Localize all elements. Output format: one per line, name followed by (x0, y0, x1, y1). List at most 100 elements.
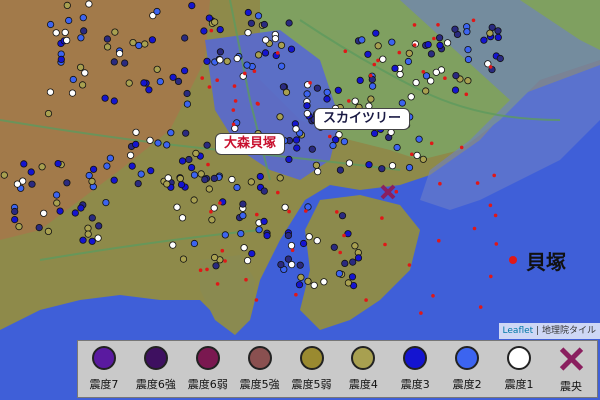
station-marker (422, 87, 430, 95)
shellmound-marker (494, 242, 499, 246)
shellmound-marker (206, 162, 210, 167)
station-marker (173, 203, 181, 211)
station-marker (57, 55, 65, 64)
legend-item: 震度7 (79, 346, 129, 392)
shellmound-marker (488, 65, 493, 69)
station-marker (263, 232, 271, 240)
shellmound-marker (220, 248, 225, 253)
station-marker (77, 34, 85, 42)
station-marker (104, 43, 112, 51)
station-marker (255, 51, 263, 59)
station-marker (303, 102, 311, 110)
station-marker (52, 191, 61, 199)
station-marker (77, 63, 85, 71)
station-marker (129, 38, 137, 47)
shellmound-marker (471, 18, 476, 23)
station-marker (404, 57, 412, 66)
legend-item: 震度4 (338, 346, 388, 392)
station-marker (255, 226, 263, 234)
station-marker (116, 49, 124, 58)
station-marker (13, 180, 21, 188)
station-marker (432, 68, 440, 76)
station-marker (244, 8, 252, 17)
station-marker (308, 145, 316, 153)
station-marker (436, 41, 444, 50)
leaflet-link[interactable]: Leaflet (503, 326, 534, 336)
station-marker (239, 200, 247, 208)
station-marker (336, 166, 344, 174)
gsi-tile-link[interactable]: 地理院タイル (542, 326, 596, 336)
station-marker (20, 160, 28, 168)
station-marker (63, 36, 71, 45)
station-marker (284, 231, 292, 240)
station-marker (153, 7, 161, 16)
shellmound-marker (209, 28, 214, 33)
shellmound-marker (368, 73, 373, 78)
station-marker (405, 49, 413, 57)
station-marker (169, 73, 177, 81)
station-marker (296, 261, 304, 269)
station-marker (146, 136, 154, 144)
station-marker (183, 89, 191, 98)
shellmound-marker (223, 259, 227, 263)
shellmound-marker (472, 226, 477, 231)
station-marker (221, 231, 229, 239)
station-marker (496, 54, 504, 63)
station-marker (110, 58, 118, 66)
station-marker (103, 162, 111, 170)
legend-item: 震度2 (442, 346, 492, 392)
station-marker (167, 129, 175, 137)
station-marker (320, 278, 328, 286)
station-marker (365, 161, 373, 169)
map-view[interactable]: スカイツリー 大森貝塚 貝塚 Leaflet | 地理院タイル 震度7 震度6強震… (0, 0, 600, 400)
shellmound-marker (488, 203, 493, 208)
shellmound-marker (231, 108, 236, 112)
station-marker (163, 141, 171, 149)
station-marker (68, 89, 77, 97)
station-marker (277, 260, 285, 269)
station-marker (304, 203, 312, 211)
shellmound-marker (412, 23, 417, 27)
station-marker (281, 203, 289, 211)
station-marker (248, 250, 256, 258)
station-marker (262, 36, 270, 44)
station-marker (313, 84, 321, 92)
station-marker (71, 209, 79, 217)
station-marker (240, 244, 248, 252)
station-marker (228, 175, 236, 184)
station-marker (305, 233, 313, 241)
station-marker (46, 88, 55, 96)
station-marker (121, 59, 129, 67)
station-marker (340, 138, 348, 146)
station-marker (65, 16, 73, 25)
legend-item: 震度3 (390, 346, 440, 392)
station-marker (85, 0, 93, 8)
legend-label: 震央 (559, 380, 582, 393)
station-marker (372, 29, 380, 37)
station-marker (310, 281, 318, 289)
station-marker (391, 64, 399, 73)
station-marker (427, 50, 435, 58)
station-marker (81, 69, 89, 77)
legend-label: 震度6弱 (187, 378, 228, 391)
station-marker (282, 88, 291, 96)
station-marker (183, 100, 191, 108)
legend-swatch (455, 346, 480, 370)
station-marker (422, 72, 431, 80)
station-marker (90, 165, 98, 173)
station-marker (285, 19, 293, 27)
station-marker (182, 129, 190, 137)
legend-label: 震度5強 (239, 378, 280, 391)
station-marker (243, 61, 251, 69)
shellmound-marker (215, 282, 220, 286)
shellmound-marker (383, 242, 387, 247)
shellmound-marker (438, 181, 442, 186)
legend-label: 震度6強 (135, 378, 176, 391)
shellmound-marker (338, 250, 343, 255)
station-marker (388, 162, 397, 170)
station-marker (192, 149, 200, 157)
station-marker (285, 155, 293, 163)
station-marker (313, 237, 321, 245)
station-marker (54, 160, 62, 168)
station-marker (127, 151, 135, 159)
